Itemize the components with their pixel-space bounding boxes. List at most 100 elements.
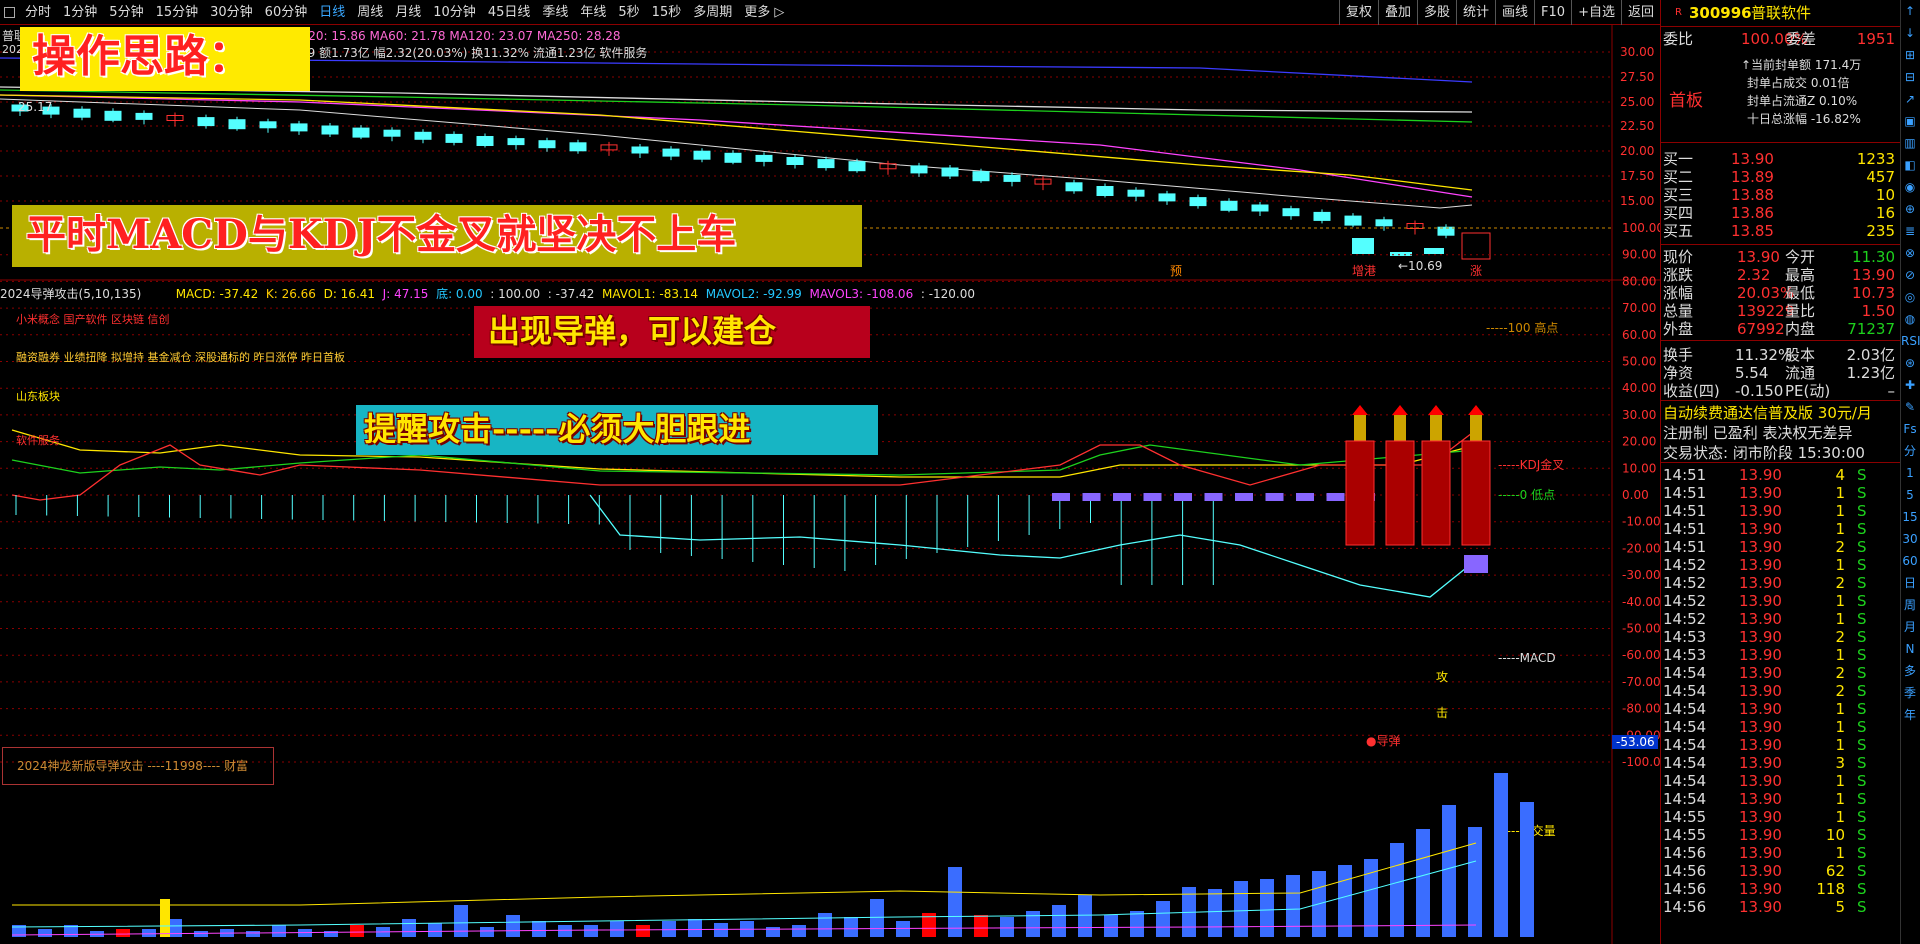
candle-body [414,131,432,140]
period-tab[interactable]: 30分钟 [204,0,259,25]
indicator-axis-label: 40.00 [1622,381,1656,395]
candle-body [197,117,215,127]
side-tool-icon[interactable]: ⊞ [1901,44,1919,66]
side-tool-icon[interactable]: ↓ [1901,22,1919,44]
period-tab[interactable]: 15分钟 [150,0,205,25]
tool-button[interactable]: 画线 [1495,0,1534,25]
side-tool-icon[interactable]: 日 [1901,572,1919,594]
side-tool-icon[interactable]: 季 [1901,682,1919,704]
promo-text[interactable]: 自动续费通达信普及版 30元/月 [1663,404,1872,422]
side-tool-icon[interactable]: ≣ [1901,220,1919,242]
side-tool-icon[interactable]: ↑ [1901,0,1919,22]
chart-area[interactable]: 30.00 27.50 25.00 22.50 20.00 17.50 15.00 ←10.6… [0,25,1668,944]
tool-button[interactable]: 返回 [1620,0,1660,25]
period-tab[interactable]: 多周期 [687,0,738,25]
stat-row: 总量 139229 量比 1.50 [1661,302,1901,320]
side-tool-icon[interactable]: RSI [1901,330,1920,352]
volume-bar [1286,875,1300,937]
side-tool-icon[interactable]: 周 [1901,594,1919,616]
tool-button[interactable]: 多股 [1417,0,1456,25]
period-tab[interactable]: 日线 [313,0,351,25]
side-tool-icon[interactable]: ↗ [1901,88,1919,110]
side-tool-icon[interactable]: 60 [1901,550,1919,572]
tool-button[interactable]: 统计 [1456,0,1495,25]
volume-bar [766,927,780,937]
volume-bar [1234,881,1248,937]
tick-side: S [1857,484,1867,502]
side-tool-icon[interactable]: ⊟ [1901,66,1919,88]
volume-bar [402,919,416,937]
period-tab[interactable]: 10分钟 [427,0,482,25]
macd-line [589,494,1477,598]
period-tab[interactable]: 季线 [536,0,574,25]
period-tab[interactable]: 分时 [19,0,57,25]
side-tool-icon[interactable]: 多 [1901,660,1919,682]
side-tool-icon[interactable]: 月 [1901,616,1919,638]
tick-side: S [1857,466,1867,484]
tick-row: 14:51 13.90 2 S [1661,538,1901,556]
side-tool-icon[interactable]: ◍ [1901,308,1919,330]
period-tab[interactable]: 5秒 [612,0,645,25]
period-tab[interactable]: 5分钟 [103,0,149,25]
candle-body [1096,186,1114,196]
candle-body [817,159,835,169]
chart-svg[interactable]: 30.00 27.50 25.00 22.50 20.00 17.50 15.00 ←10.6… [0,25,1668,944]
side-tool-icon[interactable]: 5 [1901,484,1919,506]
side-tool-icon[interactable]: ✎ [1901,396,1919,418]
tick-price: 13.90 [1739,466,1782,484]
period-tab[interactable]: 45日线 [482,0,537,25]
quote-panel: R 300996 普联软件 委比 100.00% 委差 1951 ↑当前封单额 171.4万封… [1660,0,1901,944]
ma-values: A20: 15.86 MA60: 21.78 MA120: 23.07 MA25… [300,29,621,43]
stat-label: 内盘 [1785,320,1816,338]
v120-value: : -120.00 [920,287,976,301]
side-tool-icon[interactable]: ◧ [1901,154,1919,176]
side-tool-icon[interactable]: ⊕ [1901,198,1919,220]
side-tool-icon[interactable]: 年 [1901,704,1919,726]
side-tool-icon[interactable]: ◎ [1901,286,1919,308]
period-tab[interactable]: 年线 [574,0,612,25]
period-tab[interactable]: 1分钟 [57,0,103,25]
stat2-label: 收益(四) [1663,382,1720,400]
period-toolbar: 分时 1分钟 5分钟 15分钟 30分钟 60分钟 日线 周线 月线 10分钟 45日线 季线 年线 5秒… [0,0,1660,25]
side-tool-icon[interactable]: 分 [1901,440,1919,462]
indicator-axis-label: 70.00 [1622,301,1656,315]
volume-bar [1442,805,1456,937]
stat2-label: 流通 [1785,364,1816,382]
tool-button[interactable]: 复权 [1338,0,1378,25]
side-tool-icon[interactable]: ⊗ [1901,242,1919,264]
period-tab[interactable]: 15秒 [646,0,688,25]
tick-row: 14:54 13.90 3 S [1661,754,1901,772]
tick-time: 14:56 [1663,862,1707,880]
current-value-label: -53.06 [1616,735,1655,749]
period-tab[interactable]: 周线 [351,0,389,25]
stat-label: 外盘 [1663,320,1694,338]
bid-row: 买四 13.86 16 [1661,204,1901,222]
tool-button[interactable]: 叠加 [1377,0,1417,25]
menu-icon[interactable] [4,6,15,18]
tick-price: 13.90 [1739,754,1782,772]
period-tab[interactable]: 月线 [389,0,427,25]
tool-button[interactable]: F10 [1534,0,1571,25]
tool-button[interactable]: +自选 [1571,0,1621,25]
side-tool-icon[interactable]: ✚ [1901,374,1919,396]
chart-mark-label: 增港 [1352,264,1376,278]
price-axis-label: 30.00 [1620,45,1654,59]
side-tool-icon[interactable]: 15 [1901,506,1919,528]
side-tool-icon[interactable]: Fs [1901,418,1919,440]
tick-time: 14:54 [1663,664,1707,682]
side-tool-icon[interactable]: ⊘ [1901,264,1919,286]
indicator-axis-label: -100.00 [1622,755,1660,769]
missile-head [1468,405,1484,415]
period-tab[interactable]: 60分钟 [259,0,314,25]
period-tab[interactable]: 更多 ▷ [738,0,790,25]
side-tool-icon[interactable]: 30 [1901,528,1919,550]
volume-bar [1390,843,1404,937]
side-tool-icon[interactable]: 1 [1901,462,1919,484]
stat-value: 71237 [1847,320,1895,338]
side-tool-icon[interactable]: N [1901,638,1919,660]
side-tool-icon[interactable]: ▣ [1901,110,1919,132]
side-tool-icon[interactable]: ⊛ [1901,352,1919,374]
side-tool-icon[interactable]: ◉ [1901,176,1919,198]
tick-time: 14:52 [1663,610,1707,628]
side-tool-icon[interactable]: ▥ [1901,132,1919,154]
